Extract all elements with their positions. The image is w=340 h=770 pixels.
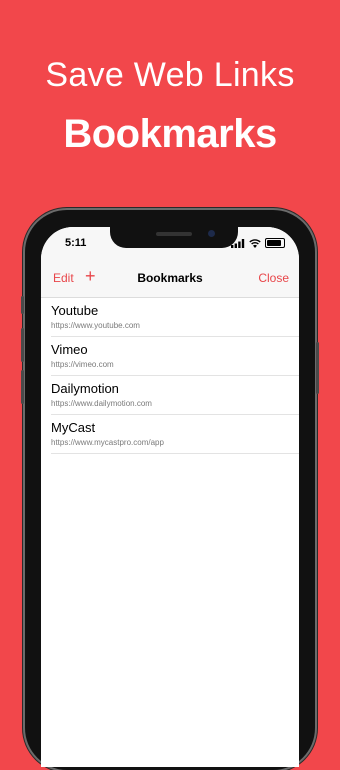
phone-frame: 5:11 Edit + Bookmarks Close Youtube http… <box>21 210 319 770</box>
volume-down-button <box>21 370 24 404</box>
status-icons <box>231 238 285 248</box>
promo-heading: Bookmarks <box>63 112 277 156</box>
bookmark-url: https://www.youtube.com <box>51 321 140 330</box>
bookmark-title: Dailymotion <box>51 381 119 396</box>
battery-icon <box>265 238 285 248</box>
phone-screen: 5:11 Edit + Bookmarks Close Youtube http… <box>41 227 299 767</box>
wifi-icon <box>249 238 261 248</box>
bookmark-list: Youtube https://www.youtube.com Vimeo ht… <box>41 298 299 454</box>
power-button <box>316 342 319 394</box>
bookmark-url: https://www.mycastpro.com/app <box>51 438 164 447</box>
bookmark-row[interactable]: Vimeo https://vimeo.com <box>51 337 299 376</box>
bookmark-title: Vimeo <box>51 342 88 357</box>
status-time: 5:11 <box>65 237 87 249</box>
front-camera <box>208 230 215 237</box>
bookmark-row[interactable]: Dailymotion https://www.dailymotion.com <box>51 376 299 415</box>
bookmark-url: https://www.dailymotion.com <box>51 399 152 408</box>
bookmark-url: https://vimeo.com <box>51 360 114 369</box>
promo-title: Save Web Links <box>45 56 295 94</box>
bookmark-row[interactable]: Youtube https://www.youtube.com <box>51 298 299 337</box>
close-button[interactable]: Close <box>258 271 289 285</box>
mute-switch <box>21 296 24 314</box>
notch <box>110 227 238 248</box>
volume-up-button <box>21 328 24 362</box>
navigation-bar: Edit + Bookmarks Close <box>41 261 299 298</box>
bookmark-title: MyCast <box>51 420 96 435</box>
speaker-grille <box>156 232 192 236</box>
bookmark-title: Youtube <box>51 303 99 318</box>
bookmark-row[interactable]: MyCast https://www.mycastpro.com/app <box>51 415 299 454</box>
